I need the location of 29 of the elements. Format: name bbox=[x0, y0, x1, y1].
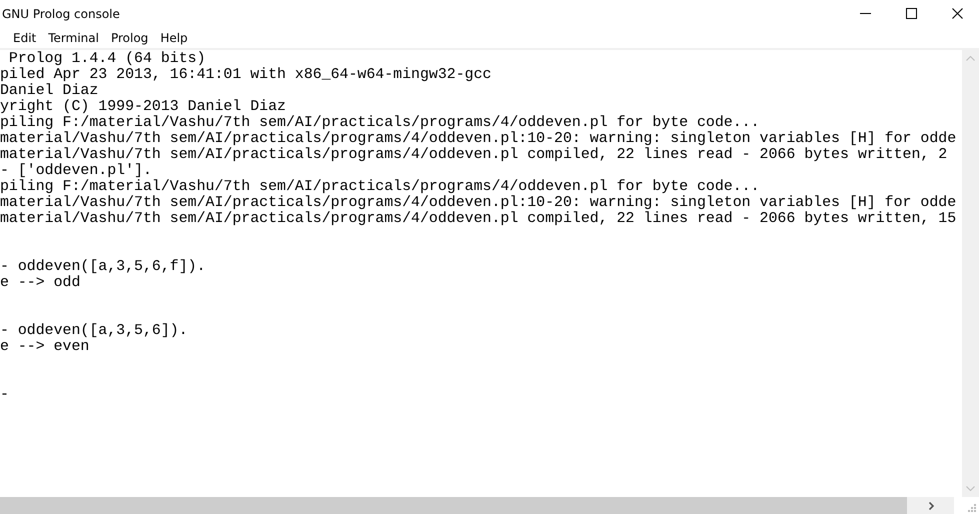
console-line: - oddeven([a,3,5,6]). bbox=[0, 323, 189, 339]
maximize-icon[interactable] bbox=[906, 8, 917, 19]
console-line: material/Vashu/7th sem/AI/practicals/programs/4/oddeven.pl compiled, 22 lines read - 2066 bytes written, 2 bbox=[0, 147, 948, 163]
close-icon[interactable] bbox=[952, 8, 963, 19]
console-line: piling F:/material/Vashu/7th sem/AI/practicals/programs/4/oddeven.pl for byte code... bbox=[0, 179, 761, 195]
vertical-scrollbar[interactable] bbox=[962, 50, 979, 497]
console-line: e --> odd bbox=[0, 275, 82, 291]
console-line: - oddeven([a,3,5,6,f]). bbox=[0, 259, 207, 275]
menu-item[interactable]: Edit bbox=[7, 30, 42, 44]
console-line: piling F:/material/Vashu/7th sem/AI/practicals/programs/4/oddeven.pl for byte code... bbox=[0, 115, 761, 131]
minimize-icon[interactable] bbox=[860, 13, 871, 14]
console-line: material/Vashu/7th sem/AI/practicals/programs/4/oddeven.pl:10-20: warning: singleton variables [H] for odde bbox=[0, 131, 958, 147]
console-line: e --> even bbox=[0, 339, 90, 355]
console-line: - ['oddeven.pl']. bbox=[0, 163, 153, 179]
console-line: material/Vashu/7th sem/AI/practicals/programs/4/oddeven.pl:10-20: warning: singleton variables [H] for odde bbox=[0, 195, 958, 211]
console-line: Prolog 1.4.4 (64 bits) bbox=[8, 51, 207, 67]
console-line: Daniel Diaz bbox=[0, 83, 100, 99]
menu-item[interactable]: Prolog bbox=[104, 30, 154, 44]
console-line: material/Vashu/7th sem/AI/practicals/programs/4/oddeven.pl compiled, 22 lines read - 2066 bytes written, 15 bbox=[0, 211, 958, 227]
menu-item[interactable]: Terminal bbox=[42, 30, 105, 44]
scroll-down-icon[interactable] bbox=[966, 486, 975, 491]
console-line: - bbox=[0, 387, 10, 403]
scroll-up-icon[interactable] bbox=[966, 56, 975, 61]
window-title: GNU Prolog console bbox=[1, 6, 120, 20]
console-line: piled Apr 23 2013, 16:41:01 with x86_64-w64-mingw32-gcc bbox=[0, 67, 492, 83]
resize-grip-icon[interactable] bbox=[968, 504, 976, 512]
console-line: yright (C) 1999-2013 Daniel Diaz bbox=[0, 99, 287, 115]
menu-item[interactable]: Help bbox=[154, 30, 194, 44]
scroll-right-icon[interactable] bbox=[929, 502, 934, 510]
